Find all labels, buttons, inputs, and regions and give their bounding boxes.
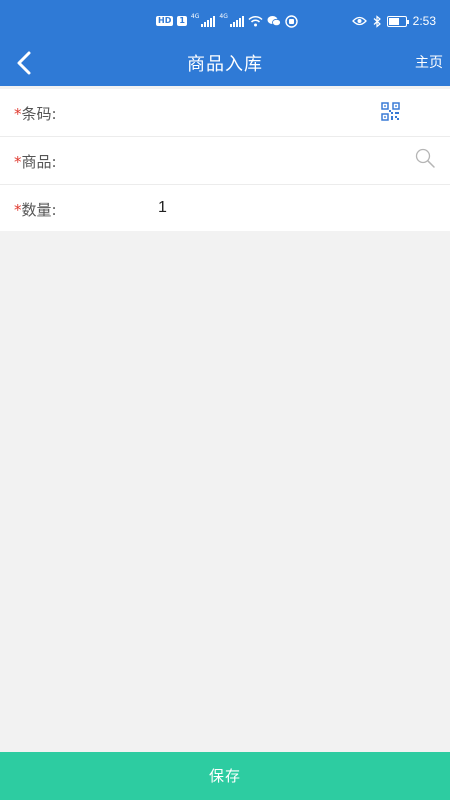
signal-icon xyxy=(229,15,244,27)
product-input[interactable] xyxy=(158,148,358,172)
barcode-label-text: 条码: xyxy=(21,105,57,123)
home-button[interactable]: 主页 xyxy=(415,52,443,72)
barcode-label: *条码: xyxy=(14,103,57,124)
search-icon[interactable] xyxy=(414,147,436,169)
app-header: HD 1 4G 4G 2:53 商品入库 主页 xyxy=(0,0,450,86)
network-type-label: 4G xyxy=(219,13,228,20)
wechat-icon xyxy=(267,16,281,27)
network-type-label: 4G xyxy=(190,13,200,20)
quantity-label: *数量: xyxy=(14,199,57,220)
required-mark: * xyxy=(14,201,22,219)
barcode-row: *条码: xyxy=(0,89,450,137)
quantity-input[interactable] xyxy=(158,196,358,220)
barcode-input[interactable] xyxy=(158,100,358,124)
bluetooth-icon xyxy=(373,14,381,28)
hd-icon: HD xyxy=(156,16,174,26)
required-mark: * xyxy=(14,153,22,171)
product-label: *商品: xyxy=(14,151,57,172)
battery-icon xyxy=(386,15,409,27)
qr-code-icon[interactable] xyxy=(381,102,400,121)
page-title: 商品入库 xyxy=(187,54,263,75)
quantity-label-text: 数量: xyxy=(21,201,57,219)
stock-in-form: *条码: *商品: *数量: xyxy=(0,89,450,231)
quantity-row: *数量: xyxy=(0,185,450,231)
product-row: *商品: xyxy=(0,137,450,185)
status-bar: HD 1 4G 4G 2:53 xyxy=(0,0,450,40)
nav-bar: 商品入库 主页 xyxy=(0,40,450,86)
save-button[interactable]: 保存 xyxy=(0,752,450,800)
wifi-icon xyxy=(248,15,263,27)
status-time: 2:53 xyxy=(412,14,436,28)
notification-icon xyxy=(285,14,298,28)
signal-icon xyxy=(201,15,216,27)
sim-icon: 1 xyxy=(177,16,187,26)
status-right: 2:53 xyxy=(351,12,436,30)
product-label-text: 商品: xyxy=(21,153,57,171)
eye-icon xyxy=(351,16,367,26)
status-indicators: HD 1 4G 4G xyxy=(156,13,298,29)
required-mark: * xyxy=(14,105,22,123)
